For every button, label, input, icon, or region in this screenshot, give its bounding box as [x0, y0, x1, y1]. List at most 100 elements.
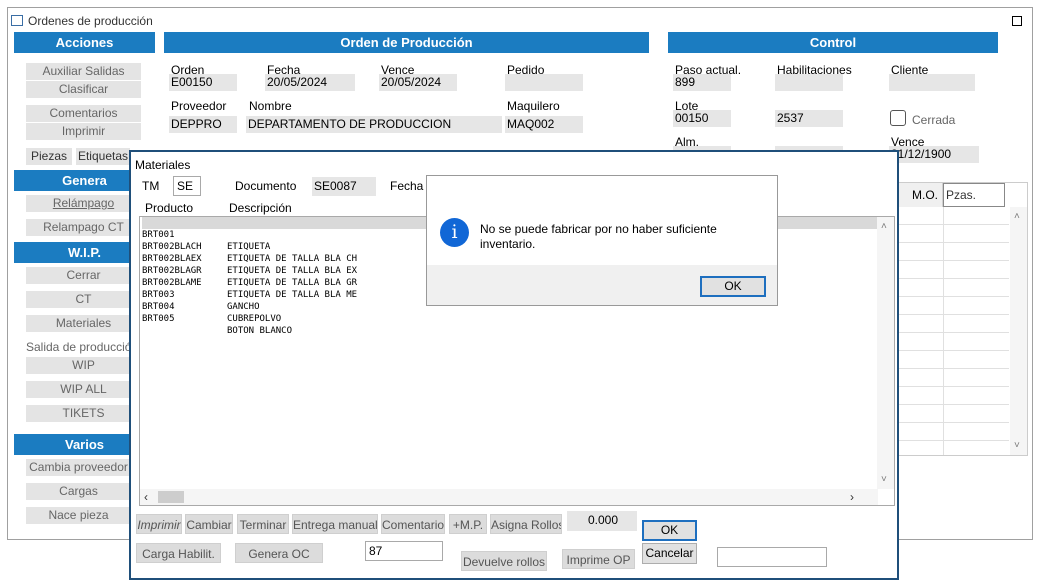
- value-display: 0.000: [567, 511, 637, 531]
- list-item-descripcion: GANCHO: [227, 302, 260, 312]
- cambiar-button[interactable]: Cambiar: [185, 514, 233, 534]
- tm-input[interactable]: SE: [173, 176, 201, 196]
- fecha-materiales-label: Fecha: [390, 179, 424, 193]
- list-item-descripcion: ETIQUETA DE TALLA BLA GR: [227, 278, 358, 288]
- salida-produccion-button[interactable]: Salida de producción: [26, 339, 131, 356]
- list-item-producto: BRT005: [142, 314, 175, 324]
- piezas-button[interactable]: Piezas: [26, 148, 72, 165]
- proveedor-label: Proveedor: [171, 99, 227, 113]
- cargas-button[interactable]: Cargas: [26, 483, 131, 500]
- maquilero-field[interactable]: MAQ002: [505, 116, 583, 133]
- lote-field-2[interactable]: 2537: [775, 110, 843, 127]
- terminar-button[interactable]: Terminar: [237, 514, 289, 534]
- grid-col-mo: M.O.: [912, 188, 938, 202]
- vence-field[interactable]: 20/05/2024: [379, 74, 457, 91]
- cerrada-label: Cerrada: [912, 113, 956, 127]
- entrega-manual-button[interactable]: Entrega manual: [292, 514, 378, 534]
- message-body: i No se puede fabricar por no haber sufi…: [427, 176, 777, 265]
- relampago-button[interactable]: Relámpago: [26, 195, 141, 212]
- materiales-title: Materiales: [135, 158, 191, 172]
- imprimir-button[interactable]: Imprimir: [26, 123, 141, 140]
- message-box: i No se puede fabricar por no haber sufi…: [426, 175, 778, 306]
- asigna-rollos-button[interactable]: Asigna Rollos: [490, 514, 562, 534]
- maximize-button[interactable]: [1012, 16, 1022, 26]
- list-item[interactable]: BRT005 BOTON BLANCO: [142, 301, 292, 336]
- comentarios-button[interactable]: Comentarios: [26, 105, 141, 122]
- wip-all-button[interactable]: WIP ALL: [26, 381, 141, 398]
- relampago-ct-button[interactable]: Relampago CT: [26, 219, 141, 236]
- control-vence-field[interactable]: 31/12/1900: [889, 146, 979, 163]
- scroll-down-icon[interactable]: ˅: [1014, 440, 1020, 451]
- acciones-header: Acciones: [14, 32, 155, 53]
- comentarios-materiales-button[interactable]: Comentarios: [381, 514, 445, 534]
- devuelve-rollos-button[interactable]: Devuelve rollos: [461, 551, 547, 571]
- materiales-button[interactable]: Materiales: [26, 315, 141, 332]
- list-item[interactable]: BRT002BLACH ETIQUETA DE TALLA BLA CH: [142, 229, 357, 264]
- col-producto-header: Producto: [145, 201, 194, 215]
- list-item-descripcion: ETIQUETA: [227, 242, 271, 252]
- documento-field[interactable]: SE0087: [312, 177, 376, 196]
- tm-label: TM: [142, 179, 160, 193]
- list-item[interactable]: BRT002BLAGR ETIQUETA DE TALLA BLA GR: [142, 253, 357, 288]
- cerrar-button[interactable]: Cerrar: [26, 267, 141, 284]
- imprime-op-button[interactable]: Imprime OP: [562, 549, 635, 569]
- grid-col-pzas-cell[interactable]: Pzas.: [943, 183, 1005, 207]
- scroll-right-icon[interactable]: ›: [850, 490, 854, 504]
- info-icon: i: [440, 218, 469, 247]
- grid-vertical-scrollbar[interactable]: ˄ ˅: [1010, 207, 1027, 455]
- list-item[interactable]: BRT003 GANCHO: [142, 277, 260, 312]
- orden-grid[interactable]: M.O. Pzas. ˄ ˅: [896, 182, 1028, 456]
- window-icon: [11, 15, 23, 26]
- list-item[interactable]: BRT002BLAEX ETIQUETA DE TALLA BLA EX: [142, 241, 357, 276]
- ok-materiales-button[interactable]: OK: [642, 520, 697, 541]
- scroll-thumb[interactable]: [158, 491, 184, 503]
- scroll-up-icon[interactable]: ˄: [1014, 211, 1020, 222]
- cerrada-checkbox[interactable]: [890, 110, 906, 126]
- grid-col-divider: [943, 207, 944, 455]
- list-item-descripcion: BOTON BLANCO: [227, 326, 293, 336]
- pedido-field[interactable]: [505, 74, 583, 91]
- list-vertical-scrollbar[interactable]: ˄ ˅: [877, 217, 894, 489]
- clasificar-button[interactable]: Clasificar: [26, 81, 141, 98]
- orden-field[interactable]: E00150: [169, 74, 237, 91]
- list-horizontal-scrollbar[interactable]: ‹ ›: [140, 489, 878, 505]
- lote-field[interactable]: 00150: [673, 110, 731, 127]
- grid-header-cell: M.O.: [897, 183, 943, 207]
- carga-habilit-button[interactable]: Carga Habilit.: [136, 543, 221, 563]
- tikets-button[interactable]: TIKETS: [26, 405, 141, 422]
- message-text-line2: inventario.: [480, 237, 536, 251]
- fecha-field[interactable]: 20/05/2024: [265, 74, 355, 91]
- cancelar-button[interactable]: Cancelar: [642, 543, 697, 564]
- right-input[interactable]: [717, 547, 827, 567]
- mas-mp-button[interactable]: +M.P.: [449, 514, 487, 534]
- scroll-left-icon[interactable]: ‹: [144, 490, 148, 504]
- wip-button[interactable]: WIP: [26, 357, 141, 374]
- grid-rows: [897, 207, 1009, 455]
- col-descripcion-header: Descripción: [229, 201, 292, 215]
- scroll-down-icon[interactable]: ˅: [881, 474, 887, 485]
- cliente-field[interactable]: [889, 74, 975, 91]
- etiquetas-button[interactable]: Etiquetas: [76, 148, 130, 165]
- auxiliar-salidas-button[interactable]: Auxiliar Salidas: [26, 63, 141, 80]
- paso-actual-field[interactable]: 899: [673, 74, 731, 91]
- habilitaciones-field[interactable]: [775, 74, 843, 91]
- nace-pieza-button[interactable]: Nace pieza: [26, 507, 131, 524]
- message-text-line1: No se puede fabricar por no haber sufici…: [480, 222, 717, 236]
- grid-col-pzas: Pzas.: [946, 188, 977, 202]
- imprimir-materiales-button[interactable]: Imprimir: [136, 514, 182, 534]
- control-header: Control: [668, 32, 998, 53]
- genera-oc-button[interactable]: Genera OC: [235, 543, 323, 563]
- nombre-field[interactable]: DEPARTAMENTO DE PRODUCCION: [246, 116, 502, 133]
- list-item[interactable]: BRT002BLAME ETIQUETA DE TALLA BLA ME: [142, 265, 357, 300]
- ok-message-button[interactable]: OK: [700, 276, 766, 297]
- nombre-label: Nombre: [249, 99, 292, 113]
- scroll-up-icon[interactable]: ˄: [881, 221, 887, 232]
- cambia-proveedor-button[interactable]: Cambia proveedor: [26, 459, 131, 476]
- quantity-input[interactable]: 87: [365, 541, 443, 561]
- ct-button[interactable]: CT: [26, 291, 141, 308]
- list-item-descripcion: ETIQUETA DE TALLA BLA ME: [227, 290, 358, 300]
- list-item-descripcion: ETIQUETA DE TALLA BLA CH: [227, 254, 358, 264]
- list-item[interactable]: BRT004 CUBREPOLVO: [142, 289, 281, 324]
- orden-produccion-header: Orden de Producción: [164, 32, 649, 53]
- proveedor-field[interactable]: DEPPRO: [169, 116, 237, 133]
